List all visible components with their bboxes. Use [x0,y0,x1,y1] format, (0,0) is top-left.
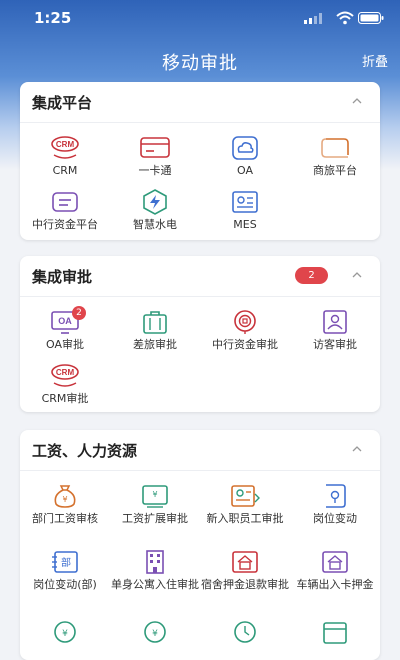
app-dorm-deposit-refund[interactable]: 宿舍押金退款审批 [200,549,290,593]
app-salary-extension[interactable]: ¥ 工资扩展审批 [110,483,200,527]
svg-text:OA: OA [58,316,72,326]
app-partial[interactable] [290,619,380,645]
building-icon [146,550,164,574]
svg-text:¥: ¥ [152,490,157,499]
card-icon [140,137,170,158]
section-header[interactable]: 工资、人力资源 [20,430,380,471]
app-crm[interactable]: CRM CRM [20,135,110,179]
chevron-up-icon[interactable] [352,444,362,454]
app-travel-platform[interactable]: 商旅平台 [290,135,380,179]
visitor-icon [323,310,347,334]
app-label: 差旅审批 [133,338,177,351]
app-partial[interactable] [200,619,290,645]
crm-icon: CRM [51,136,79,159]
app-label: 中行资金审批 [212,338,278,351]
app-label: 一卡通 [138,164,172,177]
id-card-icon [232,191,258,213]
app-apartment-checkin[interactable]: 单身公寓入住审批 [110,549,200,593]
app-label: 宿舍押金退款审批 [201,578,289,591]
app-position-change[interactable]: 岗位变动 [290,483,380,527]
position-change-icon [326,484,346,508]
app-label: 中行资金平台 [32,218,98,231]
app-label: CRM审批 [41,392,89,405]
section-header[interactable]: 集成审批 2 [20,256,380,297]
status-bar: 1:25 [0,0,400,36]
app-label: 商旅平台 [313,164,357,177]
app-travel-approval[interactable]: 差旅审批 [110,309,200,353]
app-mes[interactable]: MES [200,189,290,233]
money-circle-icon: ¥ [54,621,76,643]
app-label: OA审批 [46,338,84,351]
app-label: MES [233,218,257,231]
svg-text:CRM: CRM [56,368,75,377]
app-visitor-approval[interactable]: 访客审批 [290,309,380,353]
app-label: 工资扩展审批 [122,512,188,525]
fund-icon [52,192,78,212]
crm-icon: CRM [51,364,79,387]
app-label: OA [237,164,253,177]
coin-icon [234,310,256,334]
app-label: 访客审批 [313,338,357,351]
battery-icon [358,12,384,24]
svg-text:¥: ¥ [62,495,67,504]
money-bag-icon: ¥ [54,485,76,508]
status-time: 1:25 [34,9,72,27]
section-title: 集成平台 [32,94,93,112]
chevron-up-icon[interactable] [352,270,362,280]
app-position-change-dept[interactable]: 部 岗位变动(部) [20,549,110,593]
dorm-icon [232,551,258,573]
vehicle-card-icon [322,551,348,573]
clock-icon [234,621,256,643]
app-boc-fund-approval[interactable]: 中行资金审批 [200,309,290,353]
svg-text:部: 部 [61,556,71,569]
count-badge: 2 [295,267,328,284]
app-label: 智慧水电 [133,218,177,231]
section-platform: 集成平台 CRM CRM 一卡通 OA 商旅平台 中行资金平台 智慧水电 MES [20,82,380,240]
app-label: 部门工资审核 [32,512,98,525]
app-card[interactable]: 一卡通 [110,135,200,179]
section-approval: 集成审批 2 OA 2 OA审批 差旅审批 中行资金审批 访客审批 CRM CR… [20,256,380,412]
app-label: 车辆出入卡押金 [296,578,374,591]
suitcase-icon [143,311,167,334]
app-crm-approval[interactable]: CRM CRM审批 [20,363,110,407]
travel-icon [321,138,349,158]
nav-bar: 移动审批 折叠 [0,40,400,80]
app-label: 新入职员工审批 [206,512,284,525]
section-title: 集成审批 [32,268,93,286]
section-header[interactable]: 集成平台 [20,82,380,123]
app-partial[interactable]: ¥ [20,619,110,645]
app-dept-salary-review[interactable]: ¥ 部门工资审核 [20,483,110,527]
calendar-icon [323,622,347,644]
lightning-icon [143,189,167,215]
salary-doc-icon: ¥ [142,485,168,508]
money-circle-icon: ¥ [144,621,166,643]
app-oa[interactable]: OA [200,135,290,179]
section-title: 工资、人力资源 [32,442,138,460]
svg-text:CRM: CRM [56,140,75,149]
app-partial[interactable]: ¥ [110,619,200,645]
page-title: 移动审批 [162,53,238,74]
app-boc-fund-platform[interactable]: 中行资金平台 [20,189,110,233]
app-label: 岗位变动(部) [33,578,97,591]
new-employee-icon [231,485,260,507]
fold-button[interactable]: 折叠 [362,51,388,70]
cloud-icon [232,136,258,160]
svg-text:¥: ¥ [152,629,158,639]
chevron-up-icon[interactable] [352,96,362,106]
app-smart-utility[interactable]: 智慧水电 [110,189,200,233]
section-hr: 工资、人力资源 ¥ 部门工资审核 ¥ 工资扩展审批 新入职员工审批 岗位变动 部… [20,430,380,660]
app-label: 岗位变动 [313,512,357,525]
wifi-icon [336,11,354,25]
notification-badge: 2 [72,306,86,320]
app-label: 单身公寓入住审批 [111,578,199,591]
department-icon: 部 [52,551,78,573]
app-oa-approval[interactable]: OA 2 OA审批 [20,306,110,353]
app-new-employee-approval[interactable]: 新入职员工审批 [200,483,290,527]
signal-icon [304,13,322,24]
app-label: CRM [52,164,78,177]
app-vehicle-card-deposit[interactable]: 车辆出入卡押金 [290,549,380,593]
svg-text:¥: ¥ [62,629,68,639]
